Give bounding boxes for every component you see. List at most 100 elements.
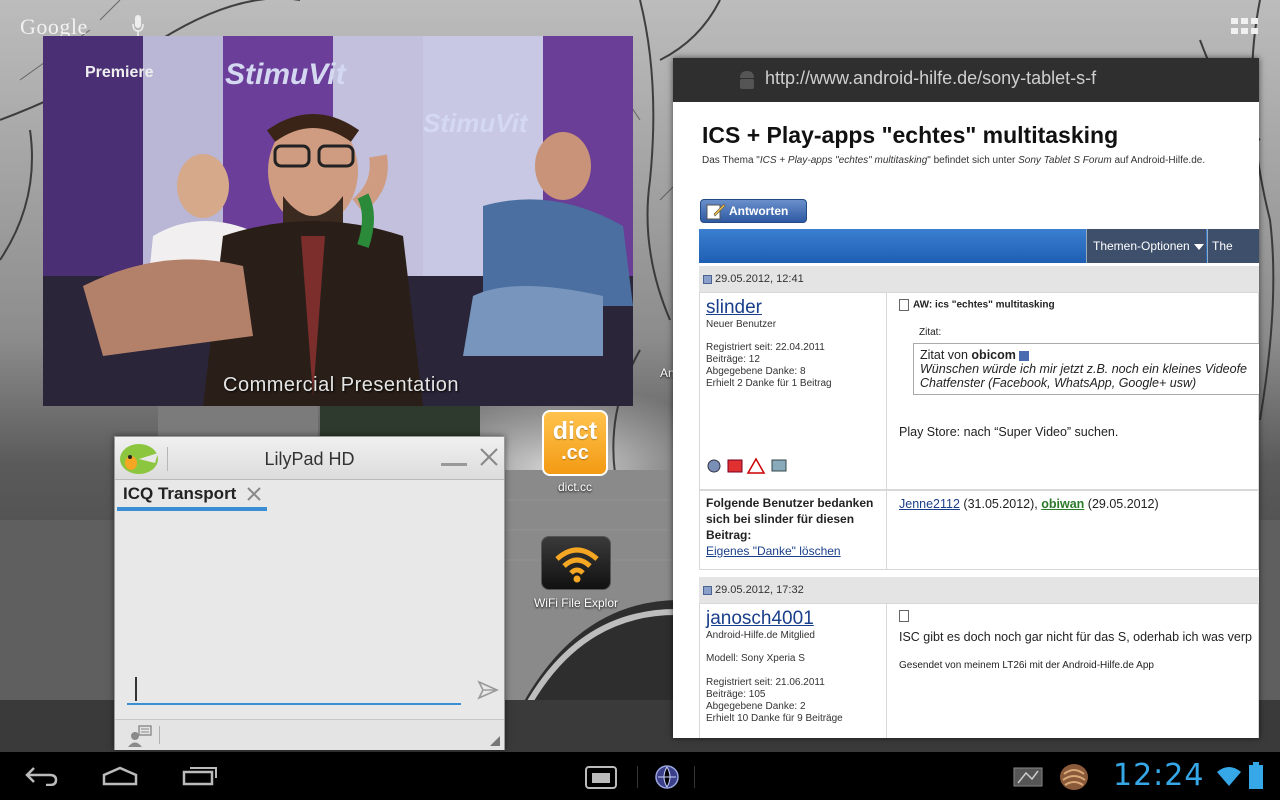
post-date: 29.05.2012, 12:41 [715,273,804,285]
contacts-icon[interactable] [127,724,153,748]
dictcc-tile: dict .cc [542,410,608,476]
taskbar-separator [694,766,695,788]
url-bar[interactable]: http://www.android-hilfe.de/sony-tablet-… [673,58,1259,102]
thanks-label-cell: Folgende Benutzer bedanken sich bei slin… [700,491,887,569]
post-body: Play Store: nach “Super Video” suchen. [899,425,1119,439]
remove-thanks-link[interactable]: Eigenes "Danke" löschen [706,543,880,559]
message-input[interactable] [127,703,461,705]
thanks-users: Jenne2112 (31.05.2012), obiwan (29.05.20… [893,491,1258,569]
user-action-icons[interactable] [706,457,788,475]
recent-apps-icon[interactable] [182,764,218,786]
post-subject-icon [899,299,909,311]
video-caption: Commercial Presentation [223,374,460,396]
screenshot-notification-icon[interactable] [1012,765,1044,789]
quote-text: Wünschen würde ich mir jetzt z.B. noch e… [920,362,1248,390]
user-posts: Beiträge: 12 [706,354,760,365]
video-player-window[interactable]: Premiere StimuVit StimuVit Commercial Pr… [43,36,633,406]
thanks-label: Folgende Benutzer bedanken sich bei slin… [706,496,874,542]
notification-app-icon[interactable] [1058,762,1090,792]
post-user-info: slinder Neuer Benutzer Registriert seit:… [700,293,887,489]
send-icon[interactable] [477,679,499,701]
thread-title: ICS + Play-apps "echtes" multitasking [702,122,1119,148]
taskbar-separator [637,766,638,788]
post-date: 29.05.2012, 17:32 [715,584,804,596]
video-banner-text-right: StimuVit [423,108,528,138]
thanks-user-link[interactable]: Jenne2112 [899,497,960,511]
post-subject: AW: ics "echtes" multitasking [913,299,1055,311]
post-subject-row [899,608,1252,622]
tab-close-icon[interactable] [245,485,263,503]
reply-label: Antworten [729,204,789,218]
subtitle-mid: " befindet sich unter [927,155,1019,166]
thread-subtitle: Das Thema "ICS + Play-apps "echtes" mult… [702,155,1205,166]
thanks-date: (29.05.2012) [1084,497,1159,511]
subtitle-suffix: auf Android-Hilfe.de. [1111,155,1206,166]
video-banner-text: StimuVit [225,58,346,91]
quote-author[interactable]: obicom [971,348,1015,362]
forum-page: ICS + Play-apps "echtes" multitasking Da… [673,102,1259,738]
lilypad-bottom-bar [115,719,504,750]
user-thanks-received: Erhielt 10 Danke für 9 Beiträge [706,713,843,724]
reply-pencil-icon [706,203,726,220]
url-text[interactable]: http://www.android-hilfe.de/sony-tablet-… [765,68,1096,89]
quote-from-prefix: Zitat von [920,348,972,362]
lilypad-titlebar[interactable]: LilyPad HD [115,437,504,480]
reply-button[interactable]: Antworten [700,199,807,223]
post-signature: Gesendet von meinem LT26i mit der Androi… [899,660,1154,671]
user-thanks-given: Abgegebene Danke: 2 [706,701,806,712]
post-message: ISC gibt es doch noch gar nicht für das … [893,604,1258,738]
wifi-file-explorer-app-icon[interactable]: WiFi File Explor [528,536,624,610]
quote-box: Zitat von obicom Wünschen würde ich mir … [913,343,1259,395]
status-clock[interactable]: 12:24 [1113,758,1204,793]
tab-active-indicator [117,507,267,511]
subtitle-thread: ICS + Play-apps "echtes" multitasking [759,155,928,166]
post-subject-icon [899,609,909,622]
lilypad-title: LilyPad HD [264,449,355,469]
post-username[interactable]: slinder [706,297,880,319]
browser-window[interactable]: http://www.android-hilfe.de/sony-tablet-… [673,58,1259,738]
quote-header: Zitat von obicom [920,348,1259,362]
home-icon[interactable] [102,766,138,786]
thread-options-label: Themen-Optionen [1093,239,1190,253]
lilypad-window[interactable]: LilyPad HD ICQ Transport [114,436,505,750]
subtitle-forum: Sony Tablet S Forum [1018,155,1112,166]
quote-label: Zitat: [919,327,942,338]
user-thanks-received: Erhielt 2 Danke für 1 Beitrag [706,378,832,389]
thanks-row: Folgende Benutzer bedanken sich bei slin… [699,490,1259,570]
thread-options-menu[interactable]: Themen-Optionen [1086,229,1206,263]
post-user-title: Neuer Benutzer [706,319,777,330]
post: slinder Neuer Benutzer Registriert seit:… [699,292,1259,490]
dictcc-app-icon[interactable]: dict .cc dict.cc [534,410,616,494]
thanks-user-link[interactable]: obiwan [1041,497,1084,511]
resize-handle-icon[interactable] [490,736,500,746]
user-registered: Registriert seit: 22.04.2011 [706,342,825,353]
back-icon[interactable] [24,766,58,786]
all-apps-icon[interactable] [1231,18,1259,40]
post-subject-row: AW: ics "echtes" multitasking [899,299,1252,311]
user-device-model: Modell: Sony Xperia S [706,653,805,664]
post-doc-icon [703,586,712,595]
view-quote-icon[interactable] [1019,350,1030,361]
post-date-bar: 29.05.2012, 12:41 [699,266,1259,292]
post-doc-icon [703,275,712,284]
post-user-title: Android-Hilfe.de Mitglied [706,630,815,641]
tab-label: ICQ Transport [123,484,237,503]
android-favicon-icon [740,71,754,89]
wifi-file-explorer-label: WiFi File Explor [533,596,618,610]
battery-icon [1249,762,1263,789]
post-body: ISC gibt es doch noch gar nicht für das … [899,630,1252,644]
browser-app-icon[interactable] [654,764,680,790]
minimize-button[interactable] [441,463,467,466]
small-apps-icon[interactable] [584,764,618,790]
close-icon[interactable] [477,445,501,469]
post-user-info: janosch4001 Android-Hilfe.de Mitglied Mo… [700,604,887,738]
user-registered: Registriert seit: 21.06.2011 [706,677,825,688]
post: janosch4001 Android-Hilfe.de Mitglied Mo… [699,603,1259,738]
thread-more-menu[interactable]: The [1207,229,1259,263]
wifi-signal-icon [1217,767,1241,786]
microphone-icon[interactable] [132,15,144,37]
post-username[interactable]: janosch4001 [706,608,880,630]
user-posts: Beiträge: 105 [706,689,766,700]
titlebar-separator [167,447,168,471]
thanks-date: (31.05.2012), [959,497,1042,511]
